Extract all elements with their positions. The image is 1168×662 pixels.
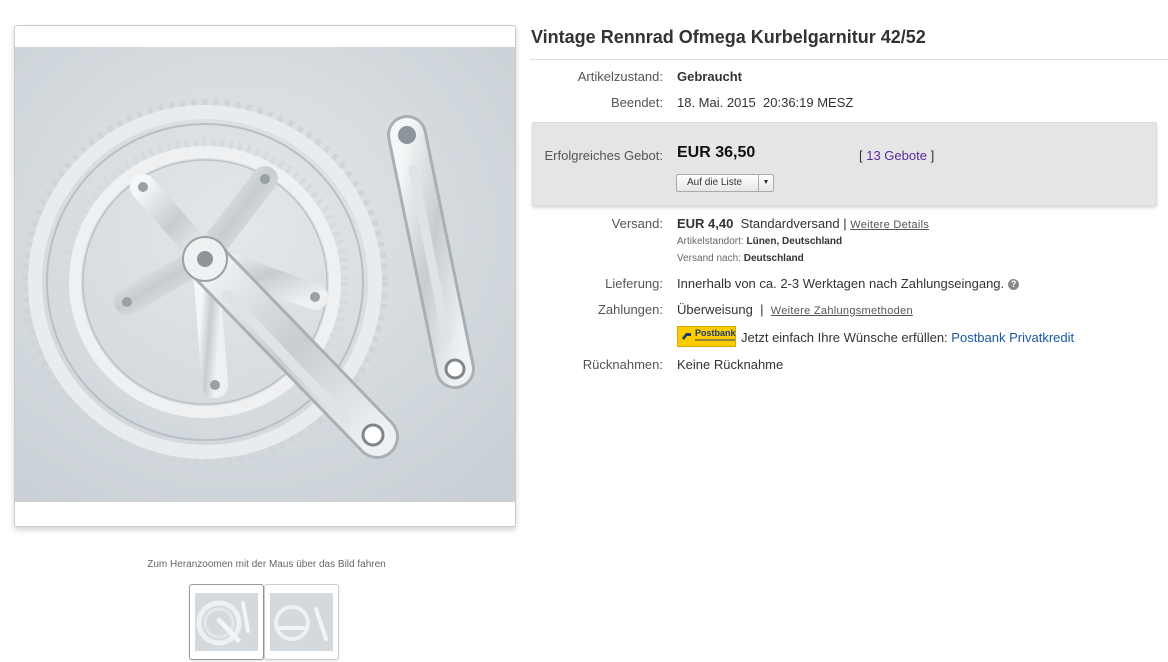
ships-to: Versand nach: Deutschland	[677, 253, 804, 264]
more-payment-methods-link[interactable]: Weitere Zahlungsmethoden	[771, 305, 913, 317]
bid-bracket-close: ]	[926, 148, 935, 163]
postbank-tagline	[695, 339, 735, 341]
main-image-frame[interactable]	[14, 25, 516, 527]
title-divider	[530, 59, 1168, 60]
postbank-logo-text: Postbank	[695, 328, 736, 338]
delivery-value: Innerhalb von ca. 2-3 Werktagen nach Zah…	[677, 276, 1005, 291]
payment-method: Überweisung	[677, 302, 753, 317]
condition-value: Gebraucht	[677, 69, 743, 84]
zoom-hint: Zum Heranzoomen mit der Maus über das Bi…	[147, 559, 386, 570]
shipping-cost: EUR 4,40	[677, 216, 734, 231]
payment-label: Zahlungen:	[597, 302, 663, 317]
item-location-label: Artikelstandort:	[677, 236, 744, 247]
bid-panel	[532, 122, 1157, 206]
item-location-value: Lünen, Deutschland	[746, 236, 843, 247]
delivery-label: Lieferung:	[605, 276, 663, 291]
ended-label: Beendet:	[610, 95, 663, 110]
bid-count: [ 13 Gebote ]	[859, 148, 934, 163]
bid-label: Erfolgreiches Gebot:	[544, 148, 663, 163]
item-location: Artikelstandort: Lünen, Deutschland	[677, 236, 842, 247]
watch-list-button[interactable]: Auf die Liste ▼	[676, 174, 774, 192]
shipping-details-link[interactable]: Weitere Details	[850, 219, 929, 231]
bid-history-link[interactable]: 13 Gebote	[866, 148, 927, 163]
postbank-credit-link[interactable]: Postbank Privatkredit	[951, 330, 1074, 345]
thumbnail-image-1	[195, 593, 258, 651]
ended-time: 20:36:19 MESZ	[763, 95, 854, 110]
returns-label: Rücknahmen:	[582, 357, 663, 372]
postbank-promo: Jetzt einfach Ihre Wünsche erfüllen: Pos…	[741, 330, 1074, 345]
shipping-method: Standardversand |	[740, 216, 847, 231]
thumbnail-1[interactable]	[189, 584, 264, 660]
listing-title: Vintage Rennrad Ofmega Kurbelgarnitur 42…	[531, 27, 926, 47]
ended-date: 18. Mai. 2015	[677, 95, 756, 110]
payment-row: Überweisung | Weitere Zahlungsmethoden	[677, 302, 913, 317]
ended-value: 18. Mai. 2015 20:36:19 MESZ	[677, 95, 853, 110]
delivery-row: Innerhalb von ca. 2-3 Werktagen nach Zah…	[677, 276, 1020, 291]
returns-value: Keine Rücknahme	[677, 357, 784, 372]
ships-to-label: Versand nach:	[677, 253, 741, 264]
condition-label: Artikelzustand:	[577, 69, 663, 84]
shipping-value: EUR 4,40 Standardversand | Weitere Detai…	[677, 216, 929, 231]
thumbnail-image-2	[270, 593, 333, 651]
chevron-down-icon[interactable]: ▼	[758, 175, 773, 191]
main-product-image[interactable]	[15, 47, 515, 502]
shipping-label: Versand:	[611, 216, 663, 231]
promo-text: Jetzt einfach Ihre Wünsche erfüllen:	[741, 330, 948, 345]
crankset-illustration	[15, 47, 515, 502]
bid-price: EUR 36,50	[677, 144, 756, 161]
payment-separator: |	[760, 302, 764, 317]
postbank-horn-icon	[682, 333, 691, 340]
watch-list-label: Auf die Liste	[687, 177, 743, 188]
thumbnail-2[interactable]	[264, 584, 339, 660]
postbank-logo[interactable]: Postbank	[677, 326, 736, 347]
help-icon[interactable]: ?	[1008, 279, 1020, 290]
ships-to-value: Deutschland	[743, 253, 804, 264]
